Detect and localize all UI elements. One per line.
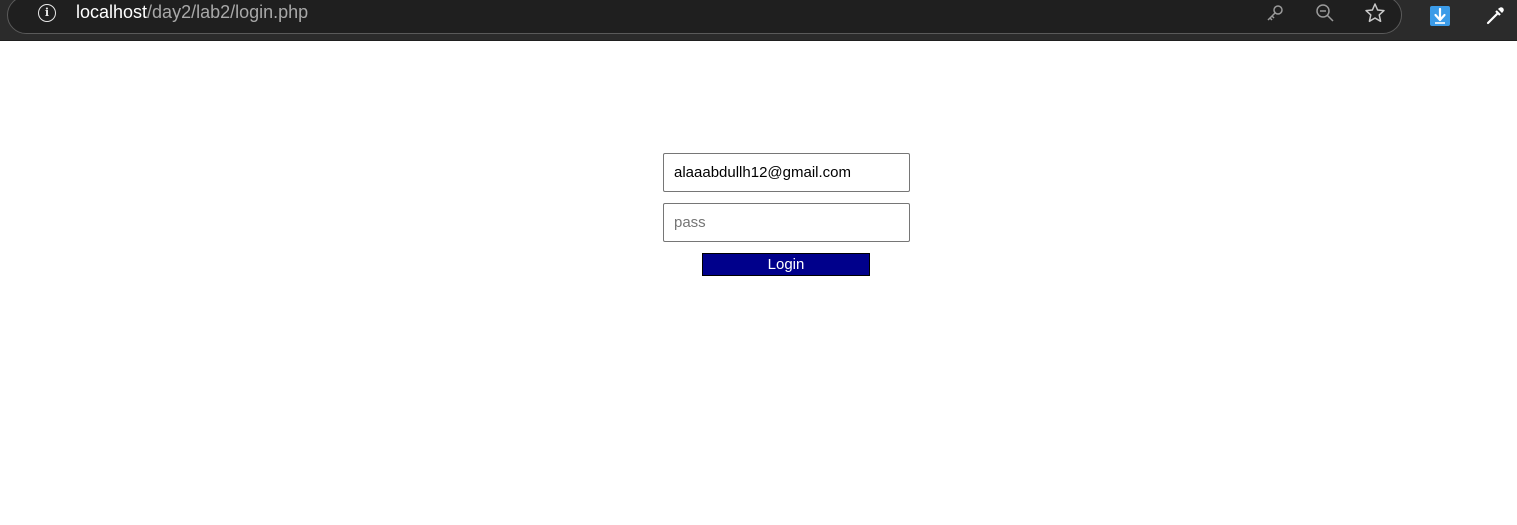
download-icon[interactable] xyxy=(1429,5,1451,27)
url-host: localhost xyxy=(76,2,148,22)
login-button[interactable]: Login xyxy=(702,253,870,276)
info-icon[interactable]: i xyxy=(38,4,56,22)
address-bar[interactable]: i localhost/day2/lab2/login.php xyxy=(7,0,1402,34)
key-icon[interactable] xyxy=(1264,2,1286,24)
password-field[interactable] xyxy=(663,203,910,242)
star-icon[interactable] xyxy=(1364,2,1386,24)
eyedropper-icon[interactable] xyxy=(1484,5,1506,27)
zoom-out-icon[interactable] xyxy=(1314,2,1336,24)
email-field[interactable] xyxy=(663,153,910,192)
browser-toolbar: i localhost/day2/lab2/login.php xyxy=(0,0,1517,41)
url-text[interactable]: localhost/day2/lab2/login.php xyxy=(76,2,308,22)
url-path: /day2/lab2/login.php xyxy=(147,2,309,22)
